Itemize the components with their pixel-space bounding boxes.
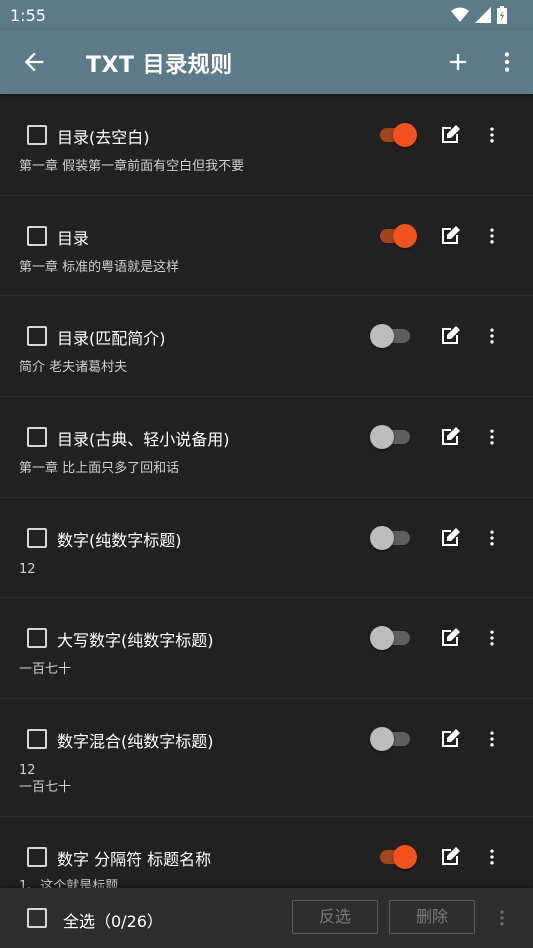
list-item[interactable]: 数字混合(纯数字标题) 12 一百七十 (0, 698, 533, 817)
more-vert-icon[interactable] (482, 224, 502, 248)
app-bar: TXT 目录规则 (0, 30, 533, 94)
edit-icon[interactable] (438, 845, 462, 869)
more-vert-icon[interactable] (482, 526, 502, 550)
edit-icon[interactable] (438, 526, 462, 550)
list-item[interactable]: 数字 分隔符 标题名称 1、这个就是标题 (0, 816, 533, 888)
checkbox-icon[interactable] (27, 326, 47, 346)
edit-icon[interactable] (438, 727, 462, 751)
rule-example: 12 (19, 562, 36, 577)
rule-example: 简介 老夫诸葛村夫 (19, 360, 128, 375)
edit-icon[interactable] (438, 324, 462, 348)
rule-name: 数字混合(纯数字标题) (57, 732, 214, 751)
more-vert-icon[interactable] (482, 425, 502, 449)
list-item[interactable]: 数字(纯数字标题) 12 (0, 497, 533, 598)
rule-example: 1、这个就是标题 (19, 879, 119, 888)
checkbox-icon[interactable] (27, 628, 47, 648)
more-vert-icon[interactable] (482, 324, 502, 348)
rule-example: 第一章 比上面只多了回和话 (19, 461, 180, 476)
enable-switch[interactable] (370, 727, 416, 751)
enable-switch[interactable] (370, 324, 416, 348)
enable-switch[interactable] (378, 123, 417, 147)
page-title: TXT 目录规则 (86, 53, 233, 78)
status-bar: 1:55 (0, 0, 533, 30)
edit-icon[interactable] (438, 626, 462, 650)
enable-switch[interactable] (370, 626, 416, 650)
more-vert-icon[interactable] (482, 845, 502, 869)
select-all-label[interactable]: 全选（0/26） (63, 908, 163, 932)
rule-name: 数字 分隔符 标题名称 (57, 850, 212, 869)
rule-name: 目录(去空白) (57, 128, 150, 147)
checkbox-icon[interactable] (27, 729, 47, 749)
more-vert-icon[interactable] (494, 48, 520, 76)
checkbox-icon[interactable] (27, 528, 47, 548)
more-vert-icon[interactable] (492, 906, 512, 930)
checkbox-icon[interactable] (27, 125, 47, 145)
more-vert-icon[interactable] (482, 626, 502, 650)
plus-icon[interactable] (444, 48, 472, 76)
delete-button[interactable]: 删除 (389, 900, 475, 934)
rule-example: 第一章 标准的粤语就是这样 (19, 260, 180, 275)
list-item[interactable]: 大写数字(纯数字标题) 一百七十 (0, 597, 533, 699)
list-item[interactable]: 目录(去空白) 第一章 假装第一章前面有空白但我不要 (0, 94, 533, 196)
enable-switch[interactable] (370, 425, 416, 449)
rule-name: 目录(匹配简介) (57, 329, 166, 348)
rule-example: 一百七十 (19, 662, 72, 677)
bottom-action-bar: 全选（0/26） 反选 删除 (0, 888, 533, 948)
list-item[interactable]: 目录(匹配简介) 简介 老夫诸葛村夫 (0, 295, 533, 397)
list-item[interactable]: 目录(古典、轻小说备用) 第一章 比上面只多了回和话 (0, 396, 533, 498)
status-icons (451, 6, 507, 24)
enable-switch[interactable] (370, 526, 416, 550)
enable-switch[interactable] (378, 224, 417, 248)
rule-example: 第一章 假装第一章前面有空白但我不要 (19, 159, 245, 174)
rule-example: 12 一百七十 (19, 763, 72, 795)
edit-icon[interactable] (438, 425, 462, 449)
invert-selection-button[interactable]: 反选 (292, 900, 378, 934)
more-vert-icon[interactable] (482, 727, 502, 751)
rule-name: 目录(古典、轻小说备用) (57, 430, 230, 449)
rule-name: 目录 (57, 229, 90, 248)
checkbox-icon[interactable] (27, 226, 47, 246)
wifi-icon (451, 7, 469, 22)
select-all-checkbox-icon[interactable] (27, 908, 47, 928)
rule-name: 数字(纯数字标题) (57, 531, 182, 550)
list-item[interactable]: 目录 第一章 标准的粤语就是这样 (0, 195, 533, 296)
edit-icon[interactable] (438, 224, 462, 248)
edit-icon[interactable] (438, 123, 462, 147)
more-vert-icon[interactable] (482, 123, 502, 147)
rule-list[interactable]: 目录(去空白) 第一章 假装第一章前面有空白但我不要 目录 第一章 标准的粤语就… (0, 94, 533, 888)
back-arrow-icon[interactable] (20, 48, 48, 76)
rule-name: 大写数字(纯数字标题) (57, 631, 214, 650)
battery-icon (497, 6, 507, 24)
checkbox-icon[interactable] (27, 847, 47, 867)
enable-switch[interactable] (378, 845, 417, 869)
checkbox-icon[interactable] (27, 427, 47, 447)
status-time: 1:55 (10, 6, 46, 25)
signal-icon (475, 7, 491, 23)
